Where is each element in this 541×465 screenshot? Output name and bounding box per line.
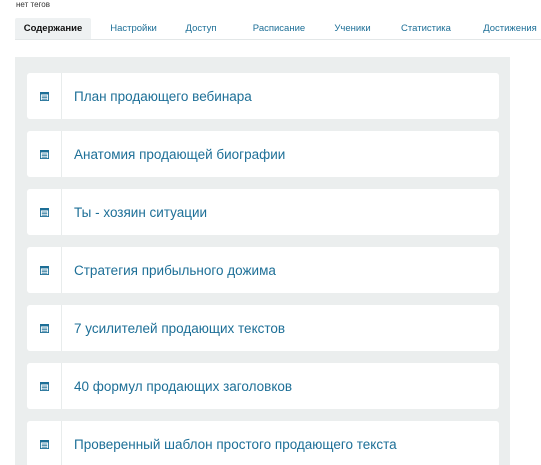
tab-content[interactable]: Содержание [15,18,91,39]
lesson-item[interactable]: Ты - хозяин ситуации [27,189,499,235]
tab-access[interactable]: Доступ [176,18,226,39]
document-icon [39,91,49,101]
lesson-icon-cell [27,305,62,351]
lessons-list: План продающего вебинара Анатомия продаю… [15,57,510,465]
lesson-title: Анатомия продающей биографии [74,146,286,162]
tab-schedule[interactable]: Расписание [226,18,332,39]
lesson-item[interactable]: 40 формул продающих заголовков [27,363,499,409]
tab-students[interactable]: Ученики [332,18,373,39]
document-icon [39,439,49,449]
course-editor-page: нет тегов Содержание Настройки Доступ Ра… [0,0,541,465]
lesson-title: Проверенный шаблон простого продающего т… [74,436,397,452]
lesson-icon-cell [27,247,62,293]
document-icon [39,207,49,217]
lesson-icon-cell [27,73,62,119]
tab-achievements[interactable]: Достижения [479,18,541,39]
lesson-icon-cell [27,189,62,235]
lesson-icon-cell [27,131,62,177]
tab-statistics[interactable]: Статистика [373,18,479,39]
lesson-icon-cell [27,421,62,465]
tags-label: нет тегов [16,0,50,9]
lesson-icon-cell [27,363,62,409]
course-tabs: Содержание Настройки Доступ Расписание У… [15,18,541,40]
lesson-item[interactable]: План продающего вебинара [27,73,499,119]
lesson-item[interactable]: Проверенный шаблон простого продающего т… [27,421,499,465]
tab-settings[interactable]: Настройки [91,18,176,39]
lesson-item[interactable]: Стратегия прибыльного дожима [27,247,499,293]
document-icon [39,323,49,333]
document-icon [39,381,49,391]
lesson-title: 40 формул продающих заголовков [74,378,293,394]
lesson-item[interactable]: Анатомия продающей биографии [27,131,499,177]
lesson-title: Стратегия прибыльного дожима [74,262,276,278]
lesson-title: 7 усилителей продающих текстов [74,320,286,336]
document-icon [39,149,49,159]
lesson-item[interactable]: 7 усилителей продающих текстов [27,305,499,351]
lesson-title: План продающего вебинара [74,88,252,104]
lesson-title: Ты - хозяин ситуации [74,204,208,220]
document-icon [39,265,49,275]
